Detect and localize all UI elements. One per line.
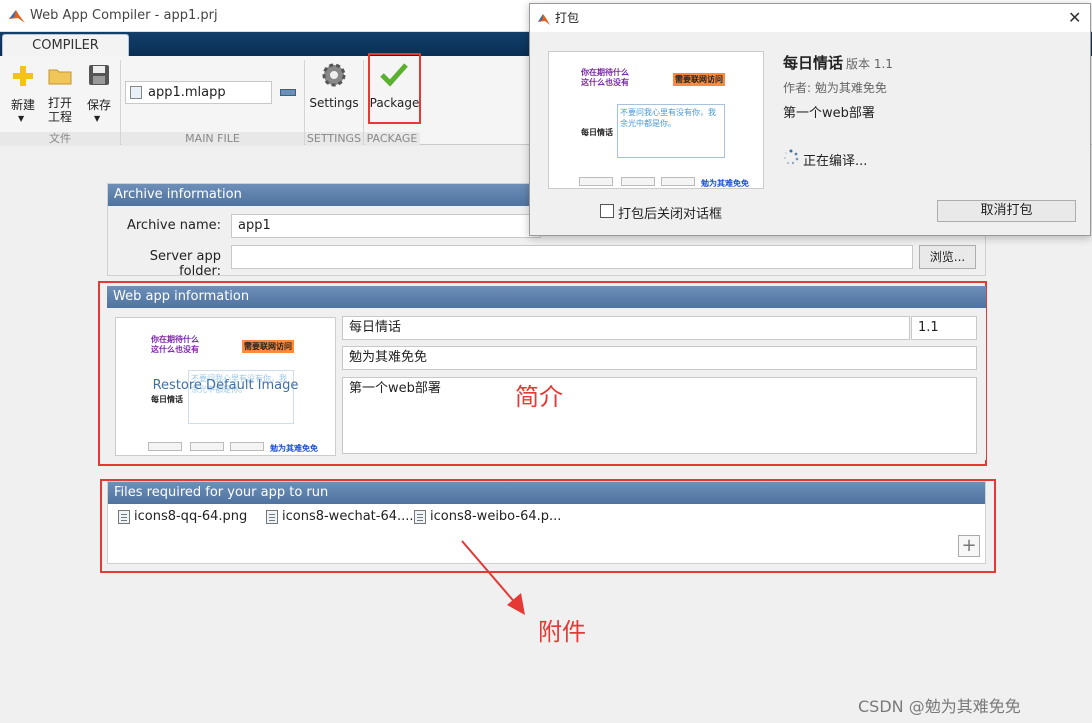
open-label-line1: 打开 (47, 96, 72, 110)
preview-network-tag: 需要联网访问 (242, 340, 294, 353)
cancel-package-button[interactable]: 取消打包 (937, 200, 1076, 222)
dropdown-arrow-icon: ▼ (18, 114, 25, 123)
file-item[interactable]: icons8-qq-64.png (118, 509, 247, 524)
main-file-field[interactable]: app1.mlapp (125, 81, 272, 104)
save-button[interactable]: 保存 ▼ (84, 62, 114, 128)
section-label-settings: SETTINGS (305, 132, 363, 146)
file-name: icons8-wechat-64.... (282, 509, 414, 524)
preview-network-tag: 需要联网访问 (673, 73, 725, 86)
dialog-app-name: 每日情话 (783, 54, 844, 72)
mlapp-file-icon (130, 86, 142, 99)
watermark-text: CSDN @勉为其难免免 (858, 697, 1021, 716)
add-file-button[interactable]: + (958, 535, 980, 557)
file-item[interactable]: icons8-wechat-64.... (266, 509, 414, 524)
browse-button[interactable]: 浏览... (919, 245, 976, 269)
main-file-value: app1.mlapp (148, 85, 226, 100)
files-panel-header: Files required for your app to run (108, 482, 985, 504)
remove-main-file-icon[interactable] (280, 89, 296, 96)
preview-button (230, 442, 264, 451)
description-textarea[interactable]: 第一个web部署 (342, 377, 977, 454)
author-input[interactable]: 勉为其难免免 (342, 346, 977, 370)
preview-signature: 勉为其难免免 (701, 179, 749, 188)
server-folder-input[interactable] (231, 245, 913, 269)
dialog-author: 作者: 勉为其难免免 (783, 81, 887, 95)
preview-text-1: 你在期待什么 (581, 68, 629, 77)
loading-spinner-icon (784, 149, 799, 165)
preview-text-2: 这什么也没有 (151, 345, 199, 354)
window-title: Web App Compiler - app1.prj (30, 8, 218, 23)
archive-name-input[interactable]: app1 (231, 214, 541, 238)
preview-button (579, 177, 613, 186)
dialog-version: 版本 1.1 (846, 57, 893, 71)
annotation-attachment: 附件 (538, 618, 586, 646)
preview-button (148, 442, 182, 451)
web-app-panel-header: Web app information (107, 286, 986, 308)
restore-default-image-link[interactable]: Restore Default Image (116, 378, 335, 393)
checkmark-icon (380, 63, 408, 87)
new-button[interactable]: 新建 ▼ (8, 62, 38, 128)
section-label-package: PACKAGE (364, 132, 420, 146)
folder-icon (48, 69, 72, 85)
settings-button[interactable]: Settings (307, 60, 361, 128)
image-file-icon (414, 509, 426, 524)
image-file-icon (266, 509, 278, 524)
package-button[interactable]: Package (369, 58, 420, 122)
preview-button (621, 177, 655, 186)
server-folder-label: Server app folder: (149, 249, 221, 279)
compile-status: 正在编译... (803, 154, 868, 169)
dialog-description: 第一个web部署 (783, 106, 875, 121)
version-input[interactable]: 1.1 (911, 316, 977, 340)
preview-button (661, 177, 695, 186)
close-icon[interactable]: ✕ (1068, 4, 1081, 32)
dialog-title-bar: 打包 ✕ (530, 4, 1090, 32)
close-after-package-label: 打包后关闭对话框 (618, 207, 723, 222)
section-label-main-file: MAIN FILE (121, 132, 304, 146)
package-label: Package (369, 96, 420, 110)
gear-icon (322, 63, 346, 87)
file-name: icons8-weibo-64.p... (430, 509, 562, 524)
dialog-title: 打包 (555, 11, 580, 25)
tab-compiler[interactable]: COMPILER (2, 34, 129, 57)
preview-label: 每日情话 (151, 395, 183, 404)
matlab-logo-icon (9, 10, 25, 23)
save-label: 保存 (86, 98, 111, 112)
preview-button (190, 442, 224, 451)
annotation-intro: 简介 (515, 383, 563, 411)
dialog-preview-image: 你在期待什么 这什么也没有 需要联网访问 不要问我心里有没有你，我余光中都是你。… (548, 51, 764, 189)
file-item[interactable]: icons8-weibo-64.p... (414, 509, 561, 524)
preview-textarea: 不要问我心里有没有你，我余光中都是你。 (617, 104, 725, 158)
preview-label: 每日情话 (581, 128, 613, 137)
plus-icon (13, 66, 33, 86)
package-dialog: 打包 ✕ 你在期待什么 这什么也没有 需要联网访问 不要问我心里有没有你，我余光… (529, 3, 1091, 236)
preview-text-2: 这什么也没有 (581, 78, 629, 87)
dropdown-arrow-icon: ▼ (94, 114, 101, 123)
save-disk-icon (89, 65, 109, 85)
section-label-file: 文件 (0, 132, 120, 146)
open-label-line2: 工程 (47, 110, 72, 124)
new-label: 新建 (10, 98, 35, 112)
image-file-icon (118, 509, 130, 524)
matlab-logo-icon (538, 14, 550, 25)
settings-label: Settings (309, 96, 359, 110)
app-name-input[interactable]: 每日情话 (342, 316, 910, 340)
annotation-arrow-icon (461, 540, 525, 615)
file-name: icons8-qq-64.png (134, 509, 248, 524)
close-after-package-checkbox[interactable] (600, 204, 614, 218)
app-preview-image[interactable]: 你在期待什么 这什么也没有 需要联网访问 不要问我心里有没有你，我余光中都是你。… (115, 317, 336, 456)
preview-signature: 勉为其难免免 (270, 444, 318, 453)
preview-text-1: 你在期待什么 (151, 335, 199, 344)
archive-name-label: Archive name: (126, 218, 221, 233)
open-project-button[interactable]: 打开 工程 (45, 62, 75, 128)
